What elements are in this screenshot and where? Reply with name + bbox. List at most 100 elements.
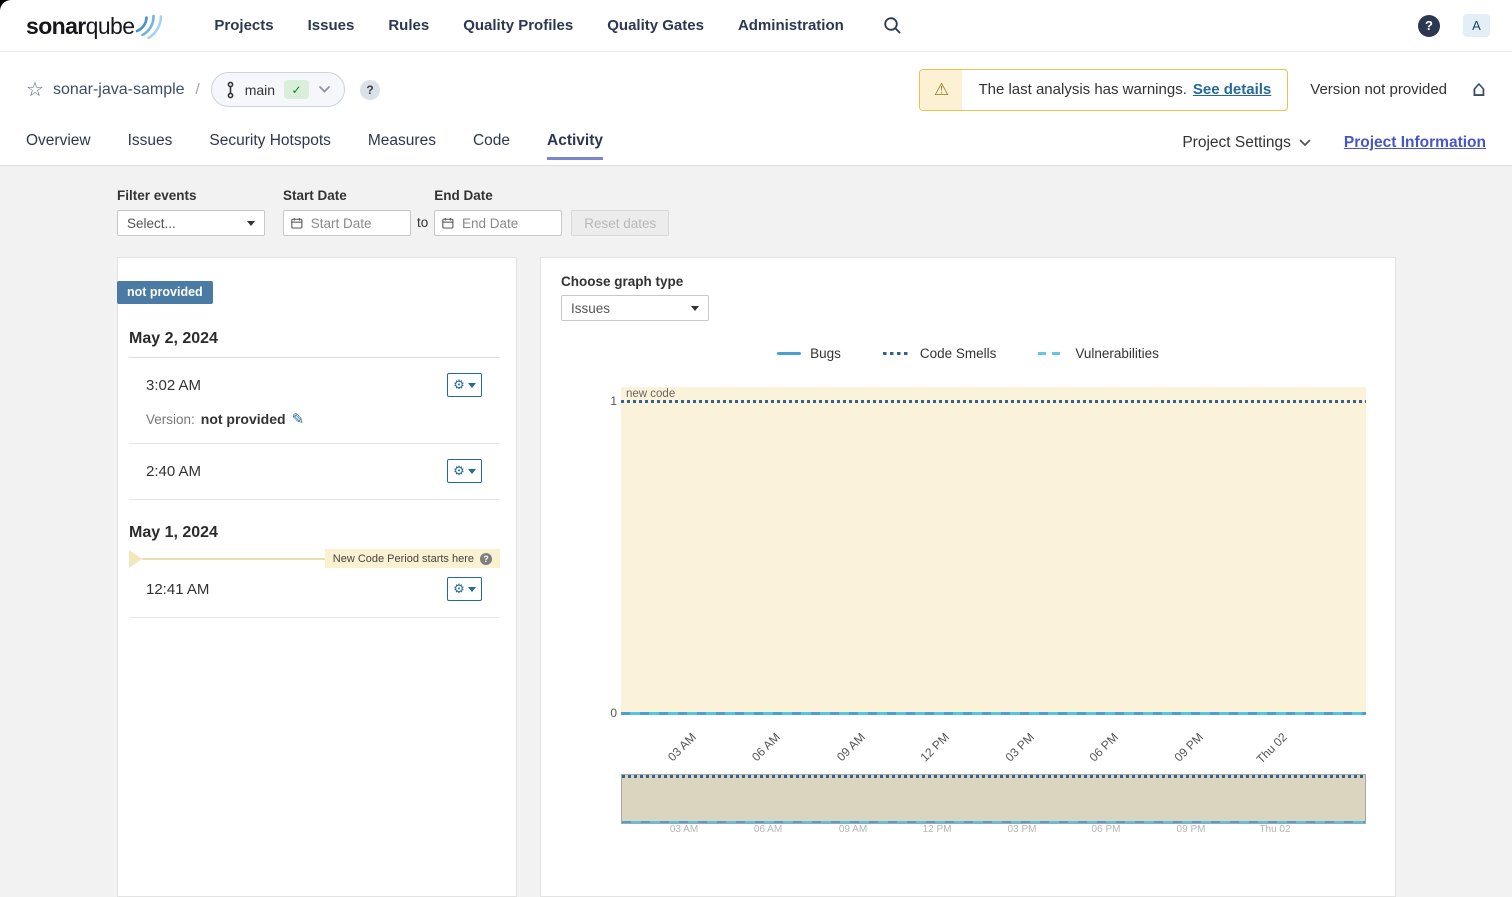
- caret-down-icon: [468, 383, 476, 388]
- start-date-input[interactable]: [309, 215, 403, 232]
- gear-icon: ⚙: [453, 379, 465, 392]
- project-name-link[interactable]: sonar-java-sample: [53, 81, 185, 99]
- activity-chart-plot[interactable]: new code: [621, 387, 1366, 715]
- tab-security-hotspots[interactable]: Security Hotspots: [209, 132, 330, 165]
- nav-item-quality-gates[interactable]: Quality Gates: [607, 17, 704, 34]
- gear-icon: ⚙: [453, 465, 465, 478]
- branch-selector[interactable]: main ✓: [211, 72, 345, 107]
- caret-down-icon: [691, 306, 699, 311]
- bugs-line-swatch: [777, 352, 801, 355]
- legend-code-smells[interactable]: Code Smells: [883, 346, 997, 361]
- analysis-actions-button[interactable]: ⚙: [447, 459, 482, 483]
- code-smells-line-swatch: [883, 352, 911, 355]
- code-smells-line: [621, 400, 1366, 403]
- end-date-group: End Date: [434, 188, 562, 236]
- mini-x-tick: 06 AM: [742, 824, 794, 835]
- start-date-group: Start Date: [283, 188, 411, 236]
- nav-item-administration[interactable]: Administration: [738, 17, 844, 34]
- tab-code[interactable]: Code: [473, 132, 510, 165]
- home-icon[interactable]: ⌂: [1472, 79, 1486, 101]
- tab-measures[interactable]: Measures: [368, 132, 436, 165]
- analysis-actions-button[interactable]: ⚙: [447, 373, 482, 397]
- project-settings-menu[interactable]: Project Settings: [1182, 134, 1311, 152]
- mini-x-tick: 09 AM: [827, 824, 879, 835]
- mini-bugs-vulnerabilities-line: [622, 821, 1365, 824]
- analysis-actions-button[interactable]: ⚙: [447, 577, 482, 601]
- tab-activity[interactable]: Activity: [547, 132, 603, 165]
- avatar[interactable]: A: [1463, 14, 1490, 37]
- logo-waves-icon: [135, 6, 162, 39]
- zoom-brush-chart[interactable]: [621, 774, 1366, 824]
- nav-item-quality-profiles[interactable]: Quality Profiles: [463, 17, 573, 34]
- end-date-input[interactable]: [460, 215, 554, 232]
- start-date-field: [283, 210, 411, 236]
- legend-bugs[interactable]: Bugs: [777, 346, 841, 361]
- analyses-timeline: May 2, 2024 3:02 AM ⚙ Version: not provi…: [118, 258, 516, 618]
- search-icon: [882, 15, 903, 36]
- project-header: ☆ sonar-java-sample / main ✓ ? ⚠ The las…: [0, 52, 1512, 166]
- nav-item-issues[interactable]: Issues: [308, 17, 355, 34]
- favorite-star-icon[interactable]: ☆: [26, 80, 44, 100]
- filters-bar: Filter events Select... Start Date to En…: [117, 188, 1512, 236]
- y-tick-0: 0: [583, 706, 617, 720]
- choose-graph-type-label: Choose graph type: [561, 274, 683, 289]
- filter-events-select[interactable]: Select...: [117, 210, 265, 236]
- mini-x-tick: 12 PM: [911, 824, 963, 835]
- new-code-help-icon[interactable]: ?: [480, 553, 492, 565]
- branch-icon: [225, 81, 236, 99]
- bugs-vulnerabilities-line: [621, 712, 1366, 715]
- vulnerabilities-line-swatch: [1038, 352, 1066, 355]
- end-date-label: End Date: [434, 188, 562, 203]
- sonarqube-logo[interactable]: sonarqube: [26, 11, 162, 41]
- top-nav: sonarqube Projects Issues Rules Quality …: [0, 0, 1512, 52]
- mini-x-tick: 09 PM: [1165, 824, 1217, 835]
- see-details-link[interactable]: See details: [1193, 81, 1271, 98]
- end-date-field: [434, 210, 562, 236]
- mini-x-tick: 03 AM: [658, 824, 710, 835]
- filter-events-label: Filter events: [117, 188, 265, 203]
- tab-overview[interactable]: Overview: [26, 132, 91, 165]
- date-group-heading: May 2, 2024: [129, 322, 500, 358]
- nav-item-rules[interactable]: Rules: [388, 17, 429, 34]
- analysis-time: 2:40 AM: [146, 463, 201, 480]
- activity-graph-panel: Choose graph type Issues Bugs Code Smell…: [540, 257, 1396, 897]
- mini-code-smells-line: [622, 775, 1365, 778]
- start-date-label: Start Date: [283, 188, 411, 203]
- help-icon[interactable]: ?: [1418, 15, 1440, 37]
- analysis-entry: 12:41 AM ⚙: [129, 568, 500, 617]
- caret-down-icon: [468, 469, 476, 474]
- breadcrumb-separator: /: [196, 81, 200, 98]
- mini-x-tick: 06 PM: [1080, 824, 1132, 835]
- tab-issues[interactable]: Issues: [128, 132, 173, 165]
- analysis-entry: 3:02 AM ⚙: [129, 358, 500, 405]
- gear-icon: ⚙: [453, 583, 465, 596]
- mini-x-tick: 03 PM: [996, 824, 1048, 835]
- project-tabs: Overview Issues Security Hotspots Measur…: [26, 132, 603, 165]
- project-information-link[interactable]: Project Information: [1344, 134, 1486, 152]
- version-row-value: not provided: [201, 411, 286, 427]
- date-group-heading: May 1, 2024: [129, 516, 500, 546]
- search-button[interactable]: [882, 15, 903, 36]
- branch-help-icon[interactable]: ?: [360, 80, 380, 100]
- reset-dates-button[interactable]: Reset dates: [571, 210, 669, 236]
- graph-legend: Bugs Code Smells Vulnerabilities: [541, 346, 1395, 361]
- calendar-icon: [442, 216, 454, 230]
- legend-vulnerabilities[interactable]: Vulnerabilities: [1038, 346, 1159, 361]
- caret-down-icon: [468, 587, 476, 592]
- graph-type-select[interactable]: Issues: [561, 295, 709, 321]
- screen-corner: [0, 0, 13, 13]
- chevron-down-icon: [1299, 139, 1311, 147]
- analysis-entry: 2:40 AM ⚙: [129, 444, 500, 499]
- quality-gate-check-icon: ✓: [284, 80, 309, 99]
- version-badge: not provided: [117, 281, 213, 304]
- filter-events-group: Filter events Select...: [117, 188, 265, 236]
- logo-text: sonarqube: [26, 11, 134, 41]
- nav-item-projects[interactable]: Projects: [214, 17, 273, 34]
- edit-version-pencil-icon[interactable]: ✎: [292, 412, 305, 427]
- ribbon-flag-icon: [129, 550, 142, 568]
- tabs-right: Project Settings Project Information: [1182, 134, 1486, 165]
- ribbon-line: [142, 558, 325, 560]
- branch-name: main: [245, 82, 275, 98]
- new-code-period-ribbon: New Code Period starts here ?: [129, 549, 500, 568]
- version-row-label: Version:: [146, 412, 195, 427]
